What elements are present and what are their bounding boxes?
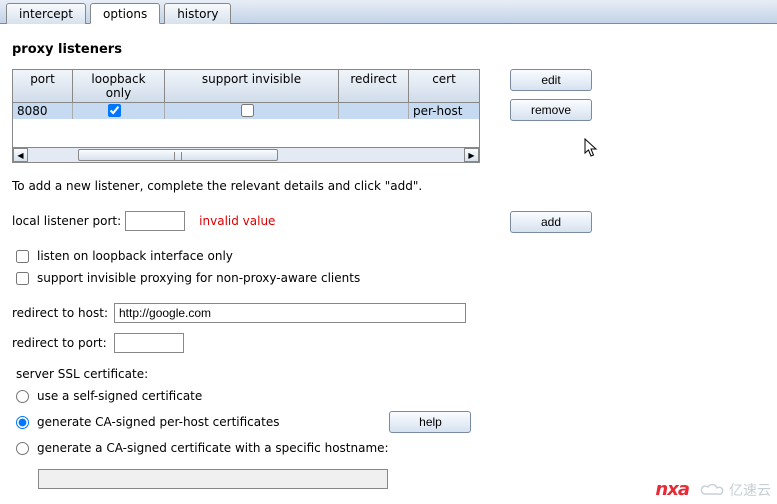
description-text: To add a new listener, complete the rele…	[12, 179, 765, 193]
cell-loopback	[73, 103, 165, 119]
loopback-checkbox[interactable]	[108, 104, 121, 117]
remove-button[interactable]: remove	[510, 99, 592, 121]
col-port[interactable]: port	[13, 70, 73, 102]
col-support-invisible[interactable]: support invisible	[165, 70, 339, 102]
scroll-thumb[interactable]	[78, 149, 278, 161]
loopback-only-checkbox[interactable]	[16, 250, 29, 263]
watermark-brand: nxa	[655, 479, 689, 500]
options-panel: proxy listeners port loopback only suppo…	[0, 24, 777, 497]
h-scrollbar[interactable]: ◀ ▶	[13, 147, 479, 162]
scroll-track[interactable]	[28, 148, 464, 162]
table-row[interactable]: 8080 per-host	[13, 103, 479, 119]
cloud-icon	[699, 482, 725, 498]
edit-button[interactable]: edit	[510, 69, 592, 91]
watermark: nxa 亿速云	[655, 479, 771, 500]
redirect-host-label: redirect to host:	[12, 306, 114, 320]
port-error: invalid value	[199, 214, 275, 228]
redirect-port-label: redirect to port:	[12, 336, 114, 350]
ssl-hostname-label: generate a CA-signed certificate with a …	[37, 441, 389, 455]
local-port-input[interactable]	[125, 211, 185, 231]
ssl-ca-perhost-label: generate CA-signed per-host certificates	[37, 415, 279, 429]
ssl-hostname-radio[interactable]	[16, 442, 29, 455]
ssl-self-signed-radio[interactable]	[16, 390, 29, 403]
tab-bar: intercept options history	[0, 0, 777, 24]
redirect-port-input[interactable]	[114, 333, 184, 353]
redirect-host-input[interactable]	[114, 303, 466, 323]
add-button[interactable]: add	[510, 211, 592, 233]
tab-history[interactable]: history	[164, 3, 231, 24]
ssl-self-signed-label: use a self-signed certificate	[37, 389, 202, 403]
ssl-ca-perhost-radio[interactable]	[16, 416, 29, 429]
col-cert[interactable]: cert	[409, 70, 479, 102]
help-button[interactable]: help	[389, 411, 471, 433]
scroll-right-icon[interactable]: ▶	[464, 148, 479, 162]
cell-support	[165, 103, 339, 119]
ssl-cert-label: server SSL certificate:	[16, 367, 765, 381]
cell-cert: per-host	[409, 103, 479, 119]
loopback-only-label: listen on loopback interface only	[37, 249, 233, 263]
cell-port: 8080	[13, 103, 73, 119]
tab-options[interactable]: options	[90, 3, 160, 24]
section-title: proxy listeners	[12, 42, 765, 57]
ssl-hostname-input	[38, 469, 388, 489]
col-loopback[interactable]: loopback only	[73, 70, 165, 102]
col-redirect[interactable]: redirect	[339, 70, 409, 102]
listeners-table[interactable]: port loopback only support invisible red…	[12, 69, 480, 163]
tab-intercept[interactable]: intercept	[6, 3, 86, 24]
invisible-proxy-label: support invisible proxying for non-proxy…	[37, 271, 360, 285]
cell-redirect	[339, 103, 409, 119]
local-port-label: local listener port:	[12, 214, 121, 228]
watermark-site: 亿速云	[699, 480, 771, 500]
invisible-proxy-checkbox[interactable]	[16, 272, 29, 285]
scroll-left-icon[interactable]: ◀	[13, 148, 28, 162]
support-checkbox[interactable]	[241, 104, 254, 117]
